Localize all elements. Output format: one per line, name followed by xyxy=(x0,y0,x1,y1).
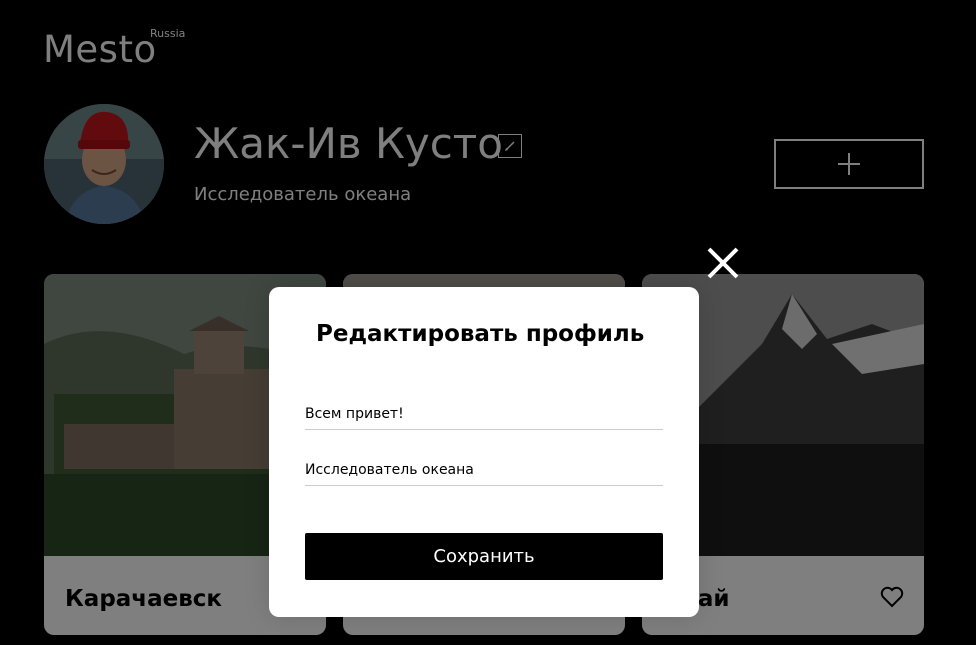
close-popup-button[interactable] xyxy=(703,243,743,283)
popup-title: Редактировать профиль xyxy=(316,321,645,347)
name-input[interactable] xyxy=(305,404,663,430)
about-input[interactable] xyxy=(305,460,663,486)
save-button[interactable]: Сохранить xyxy=(305,533,663,580)
close-icon xyxy=(707,247,739,279)
edit-profile-popup: Редактировать профиль Сохранить xyxy=(269,287,699,617)
